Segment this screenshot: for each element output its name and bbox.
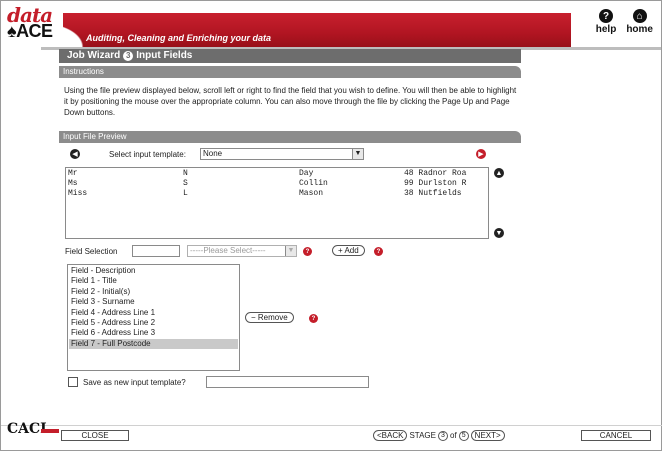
save-template-checkbox[interactable] xyxy=(68,377,78,387)
file-preview[interactable]: Mr N Day 48 Radnor Roa Ms S Collin 99 Du… xyxy=(65,167,489,239)
logo: data ♠ACE xyxy=(1,1,63,49)
preview-header: Input File Preview xyxy=(59,131,521,143)
preview-row: Ms S Collin 99 Durlston R xyxy=(66,178,488,188)
field-selection-input[interactable] xyxy=(132,245,180,257)
tagline: Auditing, Cleaning and Enriching your da… xyxy=(86,33,272,43)
caci-logo-bar xyxy=(41,429,59,433)
list-item[interactable]: Field - Description xyxy=(69,266,238,276)
preview-cell: 38 Nutfields xyxy=(404,189,462,198)
page-up-icon[interactable]: ▲ xyxy=(494,168,504,178)
preview-cell: L xyxy=(183,189,188,198)
wizard-title-bar: Job Wizard 3 Input Fields xyxy=(59,49,521,63)
preview-cell: Miss xyxy=(68,189,88,198)
list-item[interactable]: Field 1 - Title xyxy=(69,276,238,286)
list-item-selected[interactable]: Field 7 - Full Postcode xyxy=(69,338,238,350)
scroll-left-icon[interactable]: ◀ xyxy=(70,149,80,159)
app-window: data ♠ACE Auditing, Cleaning and Enrichi… xyxy=(0,0,662,451)
instructions-header: Instructions xyxy=(59,66,521,78)
stage-total: 5 xyxy=(458,430,469,441)
scroll-right-icon[interactable]: ▶ xyxy=(476,149,486,159)
help-icon[interactable]: ? xyxy=(374,247,383,256)
remove-button[interactable]: − Remove xyxy=(245,312,294,323)
save-template-label: Save as new input template? xyxy=(83,378,186,387)
template-select[interactable]: None ▼ xyxy=(200,148,364,160)
home-icon: ⌂ xyxy=(632,9,647,23)
field-selection-label: Field Selection xyxy=(65,247,118,256)
home-label: home xyxy=(626,24,653,35)
stage-of: of xyxy=(450,431,457,440)
cancel-button[interactable]: CANCEL xyxy=(581,430,651,441)
template-label: Select input template: xyxy=(109,150,186,159)
add-button[interactable]: + Add xyxy=(332,245,365,256)
wizard-step-title: Input Fields xyxy=(136,50,193,61)
help-icon[interactable]: ? xyxy=(303,247,312,256)
field-type-select[interactable]: -----Please Select----- ▼ xyxy=(187,245,297,257)
stage-current: 3 xyxy=(438,430,448,441)
logo-bottom-text: ♠ACE xyxy=(7,21,53,41)
field-list[interactable]: Field - Description Field 1 - Title Fiel… xyxy=(67,264,240,371)
header-links: ? help ⌂ home xyxy=(596,9,653,35)
close-button[interactable]: CLOSE xyxy=(61,430,129,441)
template-name-input[interactable] xyxy=(206,376,369,388)
field-type-placeholder: -----Please Select----- xyxy=(190,246,266,255)
wizard-title: Job Wizard xyxy=(67,50,121,61)
next-button[interactable]: NEXT> xyxy=(470,430,505,441)
footer-divider xyxy=(1,425,662,426)
preview-row: Mr N Day 48 Radnor Roa xyxy=(66,168,488,178)
list-item[interactable]: Field 5 - Address Line 2 xyxy=(69,318,238,328)
home-link[interactable]: ⌂ home xyxy=(626,9,653,35)
stage-indicator: <BACK STAGE 3 of 5 NEXT> xyxy=(373,430,505,441)
list-item[interactable]: Field 2 - Initial(s) xyxy=(69,287,238,297)
chevron-down-icon: ▼ xyxy=(285,246,296,256)
help-link[interactable]: ? help xyxy=(595,9,617,35)
list-item[interactable]: Field 6 - Address Line 3 xyxy=(69,328,238,338)
help-label: help xyxy=(595,24,617,35)
list-item[interactable]: Field 4 - Address Line 1 xyxy=(69,308,238,318)
instructions-text: Using the file preview displayed below, … xyxy=(64,86,517,117)
page-down-icon[interactable]: ▼ xyxy=(494,228,504,238)
template-select-value: None xyxy=(203,149,223,158)
step-number-icon: 3 xyxy=(123,51,134,61)
help-icon: ? xyxy=(599,9,614,23)
logo-ace: ACE xyxy=(16,21,53,41)
preview-cell: Mason xyxy=(299,189,324,198)
list-item[interactable]: Field 3 - Surname xyxy=(69,297,238,307)
preview-row: Miss L Mason 38 Nutfields xyxy=(66,188,488,198)
chevron-down-icon: ▼ xyxy=(352,149,363,159)
stage-label: STAGE xyxy=(409,431,436,440)
back-button[interactable]: <BACK xyxy=(373,430,408,441)
help-icon[interactable]: ? xyxy=(309,314,318,323)
